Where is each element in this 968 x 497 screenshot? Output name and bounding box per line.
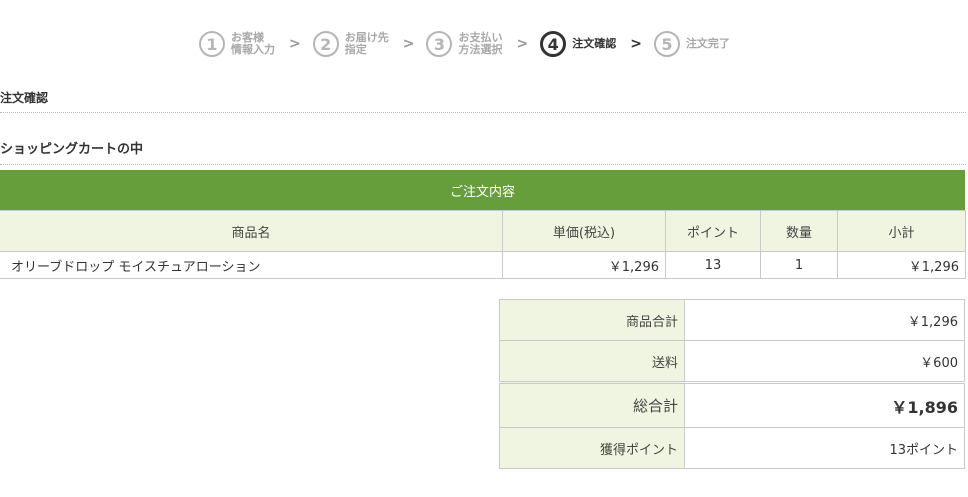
step-customer-info: 1 お客様 情報入力 xyxy=(199,31,275,57)
items-total-label: 商品合計 xyxy=(499,299,685,341)
totals-row-items: 商品合計 ￥1,296 xyxy=(499,299,965,341)
table-row: オリーブドロップ モイスチュアローション ￥1,296 13 1 ￥1,296 xyxy=(0,251,966,279)
totals-table: 商品合計 ￥1,296 送料 ￥600 総合計 ￥1,896 獲得ポイント 13… xyxy=(499,299,965,469)
step-payment: 3 お支払い 方法選択 xyxy=(426,31,502,57)
step-number-1: 1 xyxy=(199,31,225,57)
step-number-2: 2 xyxy=(312,31,339,57)
table-header-row: 商品名 単価(税込) ポイント 数量 小計 xyxy=(0,210,966,252)
shipping-label: 送料 xyxy=(499,340,685,383)
subtotal: ￥1,296 xyxy=(837,251,966,279)
column-header-product: 商品名 xyxy=(0,210,503,252)
items-total-value: ￥1,296 xyxy=(684,299,965,341)
page-title: 注文確認 xyxy=(0,88,966,113)
step-number-3: 3 xyxy=(426,31,453,57)
totals-row-grand: 総合計 ￥1,896 xyxy=(499,381,965,428)
grand-total-label: 総合計 xyxy=(499,381,685,428)
chevron-right-icon: > xyxy=(516,36,529,52)
step-label-line1: 注文完了 xyxy=(685,37,730,50)
step-label-line1: 注文確認 xyxy=(572,37,617,50)
step-label-line2: 方法選択 xyxy=(458,43,503,56)
points: 13 xyxy=(665,251,761,279)
step-label: お客様 情報入力 xyxy=(231,32,275,56)
chevron-right-icon: > xyxy=(289,36,301,52)
cart-heading: ショッピングカートの中 xyxy=(0,140,966,165)
column-header-points: ポイント xyxy=(665,210,761,252)
earned-points-label: 獲得ポイント xyxy=(499,427,685,469)
step-label: お届け先 指定 xyxy=(345,32,389,56)
step-label: お支払い 方法選択 xyxy=(458,32,502,56)
quantity: 1 xyxy=(760,251,838,279)
checkout-progress: 1 お客様 情報入力 > 2 お届け先 指定 > 3 お支払い 方法選択 > 4… xyxy=(199,28,730,60)
step-label: 注文確認 xyxy=(572,38,616,50)
step-order-confirm: 4 注文確認 xyxy=(540,31,616,57)
order-banner: ご注文内容 xyxy=(0,170,965,210)
step-label-line2: 情報入力 xyxy=(231,43,275,56)
column-header-quantity: 数量 xyxy=(760,210,838,252)
product-name: オリーブドロップ モイスチュアローション xyxy=(0,251,503,279)
unit-price: ￥1,296 xyxy=(502,251,666,279)
step-delivery: 2 お届け先 指定 xyxy=(312,31,389,57)
shipping-value: ￥600 xyxy=(684,340,965,383)
totals-row-points: 獲得ポイント 13ポイント xyxy=(499,427,965,469)
chevron-right-icon: > xyxy=(630,36,642,52)
column-header-unit-price: 単価(税込) xyxy=(502,210,666,252)
grand-total-value: ￥1,896 xyxy=(684,381,965,428)
chevron-right-icon: > xyxy=(402,36,415,52)
step-order-complete: 5 注文完了 xyxy=(653,31,730,57)
step-number-4: 4 xyxy=(540,31,567,57)
order-table: 商品名 単価(税込) ポイント 数量 小計 オリーブドロップ モイスチュアローシ… xyxy=(0,210,966,279)
step-label: 注文完了 xyxy=(686,38,730,50)
totals-row-shipping: 送料 ￥600 xyxy=(499,340,965,383)
step-number-5: 5 xyxy=(653,31,680,57)
earned-points-value: 13ポイント xyxy=(684,427,965,469)
step-label-line2: 指定 xyxy=(344,43,367,56)
column-header-subtotal: 小計 xyxy=(837,210,966,252)
